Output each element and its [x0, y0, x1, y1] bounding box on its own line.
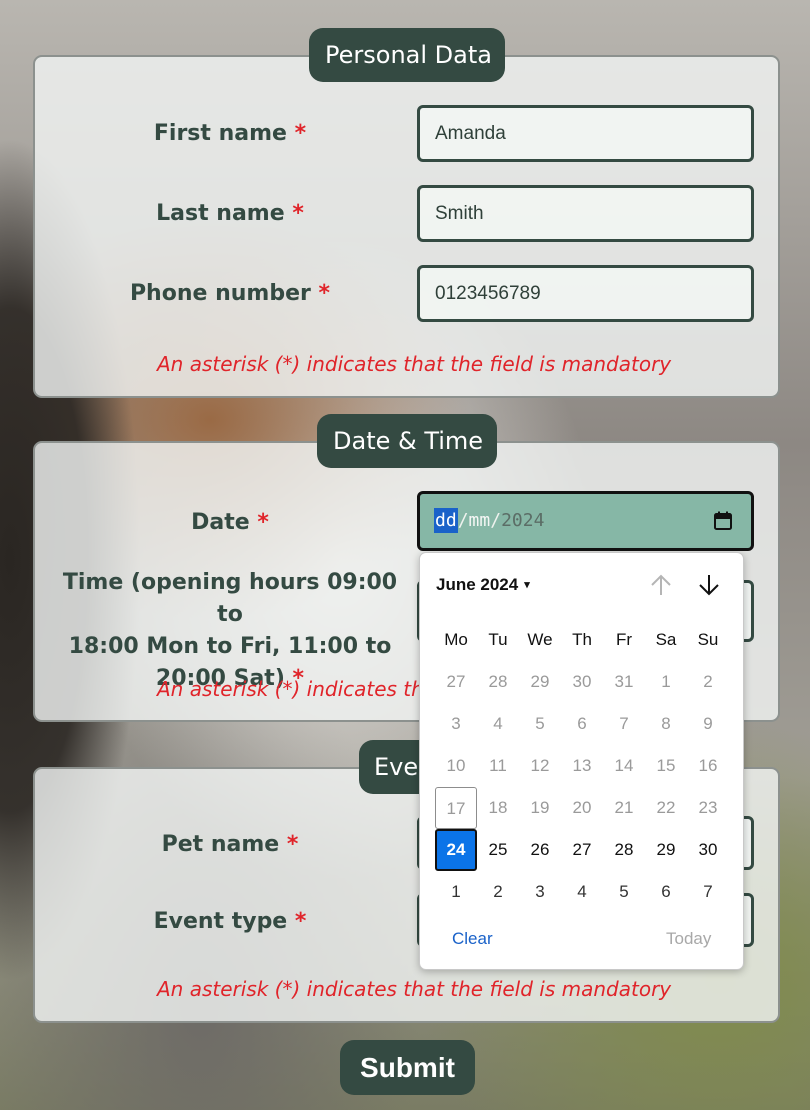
calendar-day[interactable]: 5 — [603, 871, 645, 913]
calendar-day[interactable]: 27 — [435, 661, 477, 703]
weekday-header: Tu — [488, 630, 508, 649]
calendar-day[interactable]: 11 — [477, 745, 519, 787]
calendar-day[interactable]: 8 — [645, 703, 687, 745]
date-input[interactable]: dd/mm/2024 — [417, 491, 754, 551]
calendar-day[interactable]: 23 — [687, 787, 729, 829]
calendar-day[interactable]: 20 — [561, 787, 603, 829]
submit-button[interactable]: Submit — [340, 1040, 475, 1095]
phone-number-label-text: Phone number — [129, 281, 311, 306]
calendar-day-selected[interactable]: 24 — [435, 829, 477, 871]
calendar-day[interactable]: 14 — [603, 745, 645, 787]
calendar-day[interactable]: 4 — [561, 871, 603, 913]
date-separator: / — [490, 510, 502, 531]
last-name-label: Last name * — [140, 201, 320, 226]
weekday-header: Th — [572, 630, 592, 649]
date-label: Date * — [150, 510, 310, 535]
phone-number-label: Phone number * — [110, 281, 350, 306]
calendar-day[interactable]: 9 — [687, 703, 729, 745]
month-year-select[interactable]: June 2024 ▾ — [436, 575, 530, 595]
calendar-day[interactable]: 26 — [519, 829, 561, 871]
required-asterisk: * — [294, 121, 307, 146]
weekday-header: Sa — [655, 630, 677, 649]
mandatory-note: An asterisk (*) indicates that the field… — [157, 977, 672, 1001]
calendar-day[interactable]: 30 — [561, 661, 603, 703]
calendar-day[interactable]: 10 — [435, 745, 477, 787]
required-asterisk: * — [257, 510, 269, 535]
weekday-header: Mo — [444, 630, 468, 649]
calendar-day[interactable]: 1 — [435, 871, 477, 913]
date-month-segment[interactable]: mm — [469, 510, 491, 531]
weekday-header: Su — [697, 630, 719, 649]
calendar-day[interactable]: 22 — [645, 787, 687, 829]
calendar-day[interactable]: 29 — [519, 661, 561, 703]
first-name-label-text: First name — [153, 121, 287, 146]
date-label-text: Date — [191, 510, 250, 535]
calendar-day[interactable]: 4 — [477, 703, 519, 745]
calendar-day[interactable]: 30 — [687, 829, 729, 871]
event-type-label-text: Event type — [153, 909, 288, 934]
calendar-day[interactable]: 16 — [687, 745, 729, 787]
calendar-day[interactable]: 12 — [519, 745, 561, 787]
calendar-day[interactable]: 19 — [519, 787, 561, 829]
last-name-input[interactable]: Smith — [417, 185, 754, 242]
calendar-day[interactable]: 2 — [687, 661, 729, 703]
calendar-day[interactable]: 6 — [561, 703, 603, 745]
calendar-day[interactable]: 2 — [477, 871, 519, 913]
required-asterisk: * — [292, 201, 304, 226]
calendar-day[interactable]: 1 — [645, 661, 687, 703]
arrow-up-icon[interactable] — [647, 571, 675, 599]
calendar-day[interactable]: 3 — [519, 871, 561, 913]
calendar-day[interactable]: 28 — [477, 661, 519, 703]
calendar-day[interactable]: 15 — [645, 745, 687, 787]
calendar-day[interactable]: 7 — [603, 703, 645, 745]
date-time-legend: Date & Time — [317, 414, 497, 468]
pet-name-label: Pet name * — [140, 832, 320, 857]
calendar-day[interactable]: 21 — [603, 787, 645, 829]
calendar-icon[interactable] — [713, 511, 733, 531]
calendar-day[interactable]: 13 — [561, 745, 603, 787]
calendar-day[interactable]: 27 — [561, 829, 603, 871]
required-asterisk: * — [318, 281, 331, 306]
date-day-segment[interactable]: dd — [434, 508, 458, 533]
calendar-day[interactable]: 31 — [603, 661, 645, 703]
mandatory-note: An asterisk (*) indicates that the field… — [157, 352, 672, 376]
weekday-header: We — [527, 630, 553, 649]
event-type-label: Event type * — [140, 909, 320, 934]
caret-down-icon: ▾ — [524, 579, 530, 591]
first-name-label: First name * — [140, 121, 320, 146]
clear-button[interactable]: Clear — [452, 929, 493, 949]
required-asterisk: * — [294, 909, 307, 934]
arrow-down-icon[interactable] — [695, 571, 723, 599]
calendar-day[interactable]: 17 — [435, 787, 477, 829]
weekday-header: Fr — [615, 630, 633, 649]
calendar-day[interactable]: 3 — [435, 703, 477, 745]
pet-name-label-text: Pet name — [161, 832, 280, 857]
date-separator: / — [457, 510, 469, 531]
last-name-label-text: Last name — [156, 201, 285, 226]
first-name-input[interactable]: Amanda — [417, 105, 754, 162]
mandatory-note: An asterisk (*) indicates the — [157, 677, 437, 701]
time-label-line: 18:00 Mon to Fri, 11:00 to — [68, 634, 392, 659]
calendar-day[interactable]: 5 — [519, 703, 561, 745]
date-year-segment[interactable]: 2024 — [501, 510, 544, 531]
month-year-label: June 2024 — [436, 575, 519, 594]
time-label-line: Time (opening hours 09:00 to — [62, 570, 398, 627]
calendar-day[interactable]: 6 — [645, 871, 687, 913]
calendar-day[interactable]: 25 — [477, 829, 519, 871]
today-button[interactable]: Today — [666, 929, 711, 949]
phone-number-input[interactable]: 0123456789 — [417, 265, 754, 322]
calendar-day[interactable]: 28 — [603, 829, 645, 871]
required-asterisk: * — [286, 832, 299, 857]
date-picker-popup: June 2024 ▾ Mo Tu We Th Fr Sa Su 27 28 29 30 31 1 2 3 4… — [419, 552, 744, 970]
time-label: Time (opening hours 09:00 to 18:00 Mon t… — [55, 567, 405, 695]
calendar-day[interactable]: 29 — [645, 829, 687, 871]
calendar-day[interactable]: 18 — [477, 787, 519, 829]
personal-data-legend: Personal Data — [309, 28, 505, 82]
calendar-day[interactable]: 7 — [687, 871, 729, 913]
